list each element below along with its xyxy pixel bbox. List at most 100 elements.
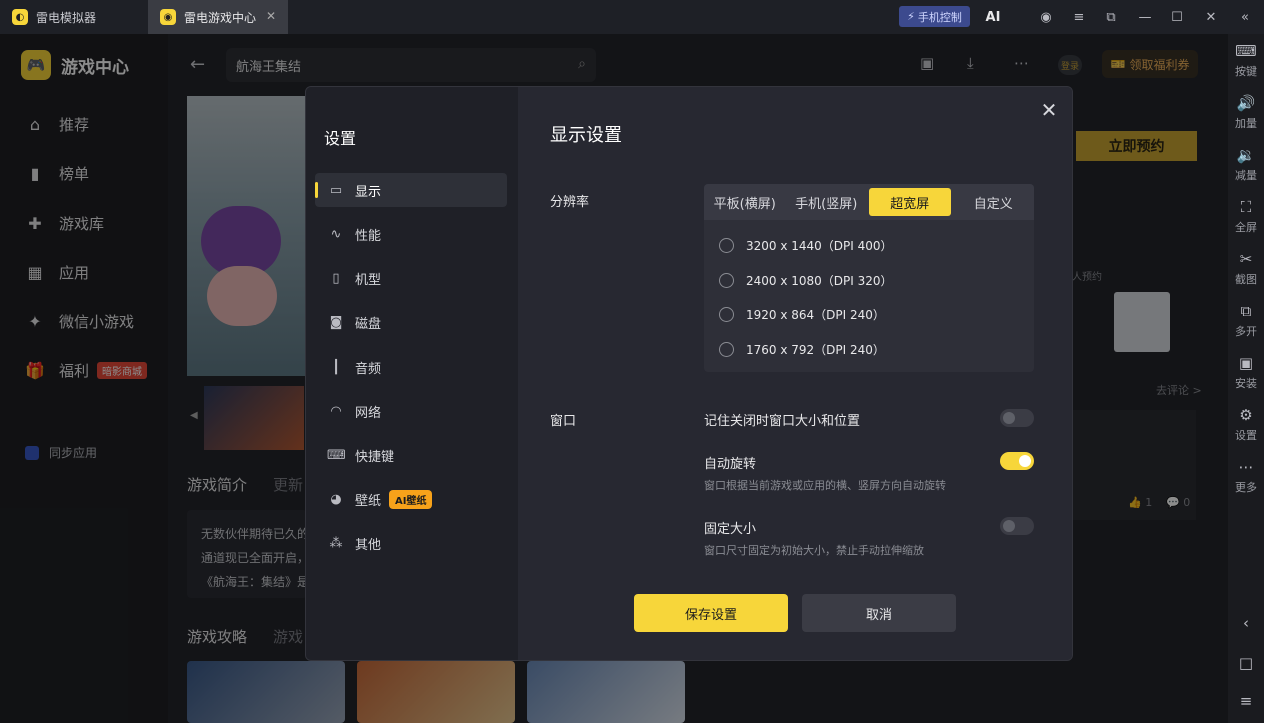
ldplayer-logo-icon: ◐ [12, 9, 28, 25]
phone-control-button[interactable]: ⚡ 手机控制 [899, 6, 970, 27]
settings-menu-label: 显示 [355, 184, 382, 200]
android-home-icon[interactable]: □ [1228, 654, 1264, 675]
toolbar-install[interactable]: ▣ 安装 [1228, 354, 1264, 391]
toolbar-label: 全屏 [1235, 221, 1257, 234]
settings-menu-shortcuts[interactable]: ⌨ 快捷键 [315, 438, 507, 472]
minimize-icon[interactable]: — [1134, 6, 1156, 28]
settings-menu-wallpaper[interactable]: ◕ 壁纸 AI壁纸 [315, 482, 507, 516]
resolution-option[interactable]: 1760 x 792（DPI 240） [719, 341, 885, 358]
settings-scrollbar[interactable] [1072, 183, 1073, 443]
fixed-size-desc: 窗口尺寸固定为初始大小，禁止手动拉伸缩放 [704, 544, 924, 557]
toolbar-volume-down[interactable]: 🔉 减量 [1228, 146, 1264, 183]
resolution-option-label: 3200 x 1440（DPI 400） [746, 239, 893, 253]
toolbar-keymap[interactable]: ⌨ 按键 [1228, 42, 1264, 79]
phone-icon: ▯ [332, 270, 340, 286]
tab-tablet-landscape[interactable]: 平板(横屏) [704, 184, 786, 220]
toolbar-label: 截图 [1235, 273, 1257, 286]
android-recents-icon[interactable]: ≡ [1228, 692, 1264, 713]
resolution-option-label: 1920 x 864（DPI 240） [746, 308, 885, 322]
fixed-size-title: 固定大小 [704, 522, 757, 537]
settings-dialog: 设置 ▭ 显示 ∿ 性能 ▯ 机型 ◙ 磁盘 ┃ 音频 ◠ 网络 ⌨ 快捷键 ◕… [305, 86, 1073, 661]
toolbar-label: 设置 [1235, 429, 1257, 442]
toolbar-multi-instance[interactable]: ⧉ 多开 [1228, 302, 1264, 339]
fullscreen-icon: ⛶ [1240, 198, 1252, 216]
ai-icon[interactable]: AI [982, 6, 1004, 28]
tab-emulator[interactable]: ◐ 雷电模拟器 [0, 0, 140, 34]
palette-icon: ◕ [330, 491, 342, 507]
toolbar-more[interactable]: ⋯ 更多 [1228, 458, 1264, 495]
resolution-option-label: 2400 x 1080（DPI 320） [746, 274, 893, 288]
popout-icon[interactable]: ⧉ [1100, 6, 1122, 28]
account-icon[interactable]: ◉ [1035, 6, 1057, 28]
toolbar-screenshot[interactable]: ✂ 截图 [1228, 250, 1264, 287]
settings-menu-network[interactable]: ◠ 网络 [315, 394, 507, 428]
settings-menu-label: 网络 [355, 405, 382, 421]
close-window-icon[interactable]: ✕ [1200, 6, 1222, 28]
toolbar-label: 加量 [1235, 117, 1257, 130]
toolbar-volume-up[interactable]: 🔊 加量 [1228, 94, 1264, 131]
tab-phone-portrait[interactable]: 手机(竖屏) [786, 184, 868, 220]
resolution-option[interactable]: 1920 x 864（DPI 240） [719, 306, 885, 323]
resolution-tabs: 平板(横屏) 手机(竖屏) 超宽屏 自定义 [704, 184, 1034, 220]
toolbar-settings[interactable]: ⚙ 设置 [1228, 406, 1264, 443]
resolution-option-label: 1760 x 792（DPI 240） [746, 343, 885, 357]
install-icon: ▣ [1238, 354, 1254, 372]
grid-icon: ⁂ [329, 535, 343, 551]
toolbar-fullscreen[interactable]: ⛶ 全屏 [1228, 198, 1264, 235]
settings-menu-other[interactable]: ⁂ 其他 [315, 526, 507, 560]
menu-icon[interactable]: ≡ [1068, 6, 1090, 28]
resolution-panel: 平板(横屏) 手机(竖屏) 超宽屏 自定义 3200 x 1440（DPI 40… [704, 184, 1034, 372]
resolution-option[interactable]: 2400 x 1080（DPI 320） [719, 272, 893, 289]
keyboard-icon: ⌨ [327, 447, 346, 463]
toolbar-label: 减量 [1235, 169, 1257, 182]
settings-menu-label: 机型 [355, 272, 382, 288]
toolbar-label: 更多 [1235, 481, 1257, 494]
radio-button[interactable] [719, 307, 734, 322]
remember-window-title: 记住关闭时窗口大小和位置 [704, 414, 861, 429]
monitor-icon: ▭ [329, 182, 343, 198]
settings-menu-display[interactable]: ▭ 显示 [315, 173, 507, 207]
tab-ultrawide[interactable]: 超宽屏 [869, 188, 951, 216]
game-center-logo-icon: ◉ [160, 9, 176, 25]
radio-button[interactable] [719, 238, 734, 253]
tab-custom[interactable]: 自定义 [953, 184, 1035, 220]
settings-menu-audio[interactable]: ┃ 音频 [315, 350, 507, 384]
android-back-icon[interactable]: ‹ [1228, 614, 1264, 635]
maximize-icon[interactable]: ☐ [1166, 6, 1188, 28]
ellipsis-icon: ⋯ [1238, 458, 1254, 476]
settings-menu-label: 磁盘 [355, 316, 382, 332]
resolution-label: 分辨率 [550, 195, 590, 210]
radio-button[interactable] [719, 342, 734, 357]
settings-menu-label: 快捷键 [355, 449, 395, 465]
save-settings-button[interactable]: 保存设置 [634, 594, 788, 632]
collapse-toolbar-icon[interactable]: « [1234, 6, 1256, 28]
gear-icon: ⚙ [1239, 406, 1253, 424]
tab-emulator-label: 雷电模拟器 [36, 10, 97, 25]
tab-close-icon[interactable]: ✕ [266, 9, 276, 23]
settings-menu-label: 壁纸 [355, 493, 382, 509]
pulse-icon: ∿ [330, 226, 342, 242]
resolution-option[interactable]: 3200 x 1440（DPI 400） [719, 237, 893, 254]
emulator-toolbar: ⌨ 按键 🔊 加量 🔉 减量 ⛶ 全屏 ✂ 截图 ⧉ 多开 ▣ 安装 ⚙ 设置 ⋯ 更多 ‹ □ … [1228, 34, 1264, 723]
settings-menu-disk[interactable]: ◙ 磁盘 [315, 305, 507, 339]
volume-down-icon: 🔉 [1236, 146, 1256, 164]
cancel-button[interactable]: 取消 [802, 594, 956, 632]
wifi-icon: ◠ [330, 403, 342, 419]
toolbar-label: 安装 [1235, 377, 1257, 390]
settings-content: ✕ 显示设置 分辨率 平板(横屏) 手机(竖屏) 超宽屏 自定义 3200 x … [518, 87, 1073, 660]
settings-menu-performance[interactable]: ∿ 性能 [315, 217, 507, 251]
settings-menu-label: 其他 [355, 537, 382, 553]
settings-sidebar: 设置 ▭ 显示 ∿ 性能 ▯ 机型 ◙ 磁盘 ┃ 音频 ◠ 网络 ⌨ 快捷键 ◕… [306, 87, 518, 660]
keyboard-icon: ⌨ [1235, 42, 1257, 60]
settings-menu-model[interactable]: ▯ 机型 [315, 261, 507, 295]
auto-rotate-toggle[interactable] [1000, 452, 1034, 470]
fixed-size-toggle[interactable] [1000, 517, 1034, 535]
audio-icon: ┃ [332, 359, 340, 375]
close-dialog-icon[interactable]: ✕ [1038, 99, 1060, 121]
title-bar: ◐ 雷电模拟器 ◉ 雷电游戏中心 ✕ ⚡ 手机控制 AI ◉ ≡ ⧉ — ☐ ✕… [0, 0, 1264, 34]
settings-heading: 显示设置 [550, 125, 622, 146]
tab-game-center[interactable]: ◉ 雷电游戏中心 ✕ [148, 0, 288, 34]
ai-wallpaper-badge: AI壁纸 [389, 489, 433, 509]
remember-window-toggle[interactable] [1000, 409, 1034, 427]
radio-button[interactable] [719, 273, 734, 288]
